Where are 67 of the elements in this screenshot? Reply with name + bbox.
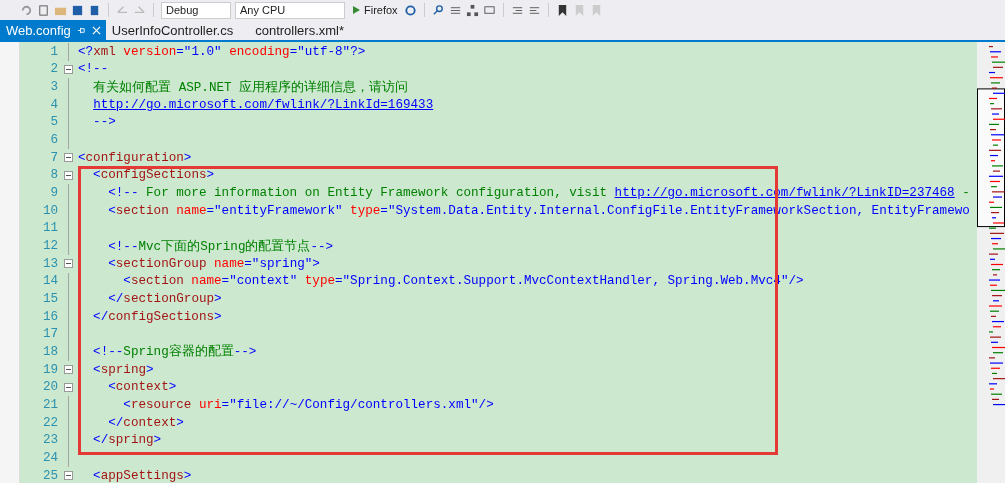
line-number: 10 [41, 203, 58, 218]
code-line: <sectionGroup name="spring"> [107, 256, 320, 271]
collapse-icon[interactable] [63, 471, 73, 481]
collapse-icon[interactable] [63, 153, 73, 163]
code-line: <!--Mvc下面的Spring的配置节点--> [107, 238, 334, 255]
line-number: 17 [41, 327, 58, 342]
line-number: 5 [49, 115, 58, 130]
collapse-icon[interactable] [63, 170, 73, 180]
document-tab[interactable]: Web.config [0, 20, 106, 40]
line-number: 21 [41, 397, 58, 412]
line-number: 15 [41, 292, 58, 306]
line-number: 9 [49, 186, 58, 201]
save-icon[interactable] [71, 3, 84, 17]
line-number: 18 [41, 345, 58, 359]
collapse-icon[interactable] [63, 382, 73, 392]
line-number: 22 [41, 415, 58, 430]
line-number: 6 [49, 133, 58, 148]
document-icon[interactable] [37, 3, 50, 17]
code-line: --> [92, 115, 116, 130]
close-icon[interactable] [91, 25, 101, 35]
code-line: <!-- [78, 62, 109, 77]
hierarchy-icon[interactable] [465, 3, 479, 17]
line-number: 1 [49, 44, 58, 59]
code-line: </configSections> [92, 309, 222, 324]
line-number: 20 [41, 380, 58, 395]
collapse-icon[interactable] [63, 259, 73, 269]
line-number: 16 [41, 309, 58, 324]
comment-icon[interactable] [482, 3, 496, 17]
pin-icon[interactable] [76, 25, 86, 35]
platform-dropdown[interactable]: Any CPU [235, 1, 345, 19]
document-tab[interactable]: controllers.xml* [249, 20, 351, 40]
minimap-drawing[interactable] [977, 42, 1005, 483]
line-number: 24 [41, 450, 58, 465]
save-all-icon[interactable] [88, 3, 101, 17]
refresh-icon[interactable] [403, 3, 417, 17]
line-number: 7 [49, 150, 58, 165]
line-number: 11 [41, 221, 58, 236]
code-line: 有关如何配置 ASP.NET 应用程序的详细信息，请访问 [92, 79, 409, 96]
line-number: 25 [41, 468, 58, 483]
line-number: 4 [49, 97, 58, 112]
configuration-dropdown[interactable]: Debug [161, 1, 231, 19]
code-link[interactable]: http://go.microsoft.com/fwlink/?LinkId=169433 [93, 97, 434, 112]
play-icon [351, 5, 361, 15]
line-number: 23 [41, 433, 58, 448]
code-line: </sectionGroup> [107, 292, 222, 306]
code-line: <!--Spring容器的配置--> [92, 343, 257, 361]
line-number: 14 [41, 274, 58, 289]
find-icon[interactable] [431, 3, 445, 17]
collapse-icon[interactable] [63, 65, 73, 74]
code-line: </spring> [92, 433, 162, 448]
code-line: <context> [107, 380, 177, 395]
line-number: 2 [49, 62, 58, 77]
line-number: 8 [49, 168, 58, 183]
document-tab[interactable]: UserInfoController.cs [105, 20, 240, 40]
code-line: </context> [107, 415, 184, 430]
code-line: <spring> [92, 362, 154, 377]
code-line: <appSettings> [92, 468, 192, 483]
line-number: 19 [41, 362, 58, 377]
code-line: <configSections> [92, 168, 215, 183]
collapse-icon[interactable] [63, 365, 73, 375]
code-line: <resource uri="file://~/Config/controllers.xml"/> [122, 397, 494, 412]
run-button[interactable]: Firefox [349, 4, 400, 16]
line-number: 13 [41, 256, 58, 271]
line-number: 12 [41, 239, 58, 254]
line-number: 3 [49, 80, 58, 95]
code-line: <?xml version="1.0" encoding="utf-8"?> [78, 44, 366, 59]
code-line: <configuration> [78, 150, 192, 165]
